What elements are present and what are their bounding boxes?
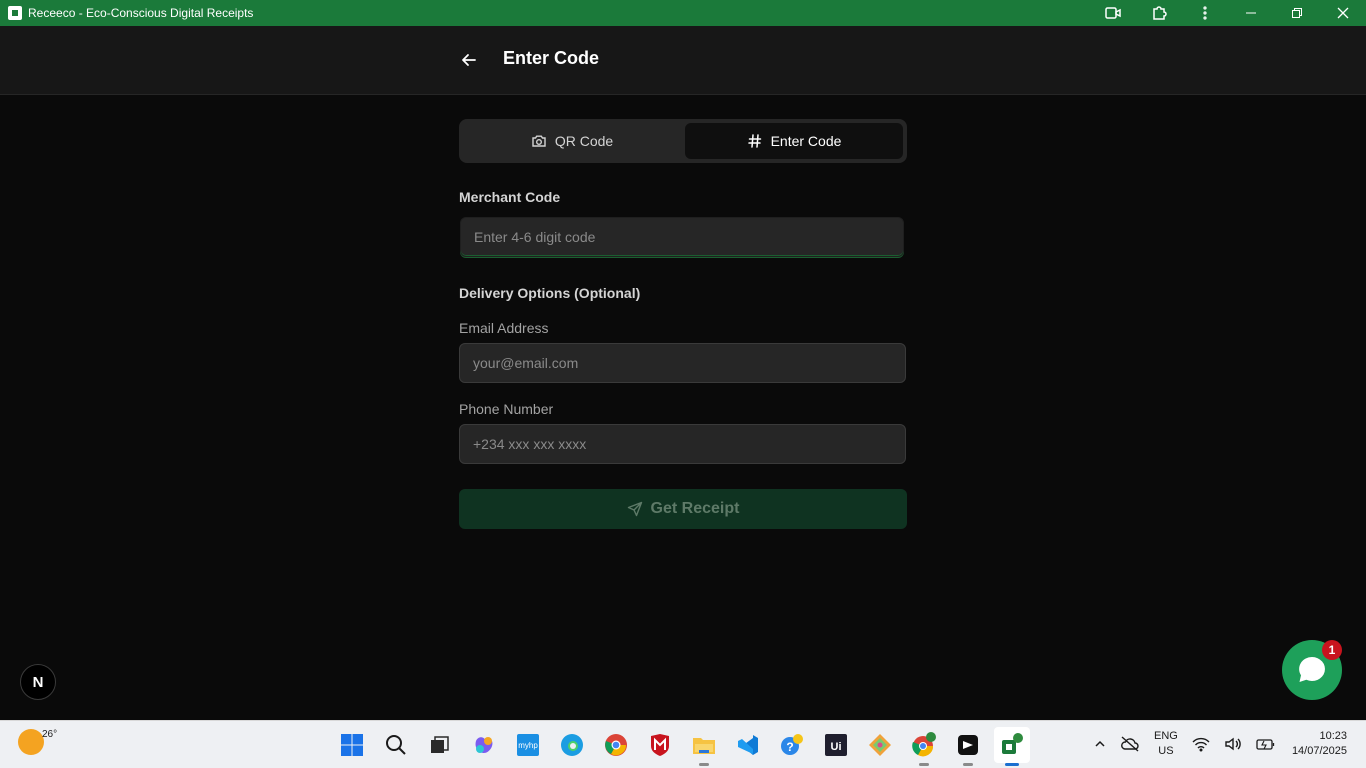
lang-line2: US [1158, 745, 1174, 757]
tab-enter-code-label: Enter Code [770, 133, 842, 149]
taskbar-apps: myhp ? Ui [334, 727, 1030, 766]
merchant-code-input[interactable] [460, 217, 904, 257]
app-header: Enter Code [0, 26, 1366, 95]
email-label: Email Address [459, 320, 549, 336]
hash-icon [747, 134, 761, 148]
chrome-profile-icon[interactable] [906, 727, 942, 766]
vscode-icon[interactable] [730, 727, 766, 763]
page-title: Enter Code [503, 48, 600, 68]
battery-icon[interactable] [1256, 737, 1276, 751]
more-icon[interactable] [1182, 0, 1228, 26]
svg-text:?: ? [786, 740, 793, 754]
phone-label: Phone Number [459, 401, 554, 417]
capcut-icon[interactable] [950, 727, 986, 766]
weather-temp: 26° [42, 729, 58, 740]
app-icon [8, 6, 22, 20]
chrome-icon[interactable] [598, 727, 634, 763]
wifi-icon[interactable] [1192, 736, 1210, 752]
system-tray: ENG US [1094, 729, 1276, 759]
mcafee-icon[interactable] [642, 727, 678, 763]
minimize-icon[interactable] [1228, 0, 1274, 26]
send-icon [627, 501, 642, 517]
camera-icon[interactable] [1090, 0, 1136, 26]
close-icon[interactable] [1320, 0, 1366, 26]
svg-text:myhp: myhp [518, 741, 538, 750]
clock[interactable]: 10:23 14/07/2025 [1292, 729, 1347, 759]
weather-widget[interactable]: 26° [18, 729, 57, 755]
lang-line1: ENG [1154, 730, 1178, 742]
restore-icon[interactable] [1274, 0, 1320, 26]
clock-date: 14/07/2025 [1291, 745, 1347, 757]
clock-time: 10:23 [1319, 730, 1347, 742]
onedrive-offline-icon[interactable] [1120, 736, 1140, 752]
mode-tabs: QR Code Enter Code [459, 119, 907, 163]
receipt-form: QR Code Enter Code Merchant Code Deliver… [459, 119, 907, 529]
git-icon[interactable] [862, 727, 898, 763]
copilot-icon[interactable] [466, 727, 502, 763]
window-titlebar: Receeco - Eco-Conscious Digital Receipts [0, 0, 1366, 26]
tab-qr-code[interactable]: QR Code [463, 123, 681, 159]
chat-bubble-icon [1299, 657, 1325, 682]
tab-qr-code-label: QR Code [554, 133, 614, 149]
file-explorer-icon[interactable] [686, 727, 722, 766]
delivery-options-heading: Delivery Options (Optional) [459, 285, 641, 301]
chat-unread-badge: 1 [1322, 640, 1342, 660]
extensions-icon[interactable] [1136, 0, 1182, 26]
search-icon[interactable] [378, 727, 414, 763]
taskbar: 26° myhp ? Ui ENG US 10:23 14/07/2025 [0, 720, 1366, 768]
myhp-icon[interactable]: myhp [510, 727, 546, 763]
camera-icon [532, 135, 546, 147]
back-arrow-icon[interactable] [457, 48, 481, 72]
volume-icon[interactable] [1224, 736, 1242, 752]
svg-text:Ui: Ui [831, 741, 842, 753]
help-icon[interactable]: ? [774, 727, 810, 763]
start-icon[interactable] [334, 727, 370, 763]
merchant-code-label: Merchant Code [459, 189, 561, 205]
phone-field[interactable] [459, 424, 906, 464]
nextjs-badge[interactable]: N [20, 664, 56, 700]
receeco-app-icon[interactable] [994, 727, 1030, 766]
language-indicator[interactable]: ENG US [1154, 729, 1178, 759]
task-view-icon[interactable] [422, 727, 458, 763]
tab-enter-code[interactable]: Enter Code [685, 123, 903, 159]
edge-icon[interactable] [554, 727, 590, 763]
get-receipt-label: Get Receipt [650, 500, 740, 517]
uipath-icon[interactable]: Ui [818, 727, 854, 763]
window-title: Receeco - Eco-Conscious Digital Receipts [28, 6, 254, 20]
email-field[interactable] [459, 343, 906, 383]
get-receipt-button[interactable]: Get Receipt [459, 489, 907, 529]
weather-sun-icon [18, 729, 44, 755]
chevron-up-icon[interactable] [1094, 738, 1106, 750]
